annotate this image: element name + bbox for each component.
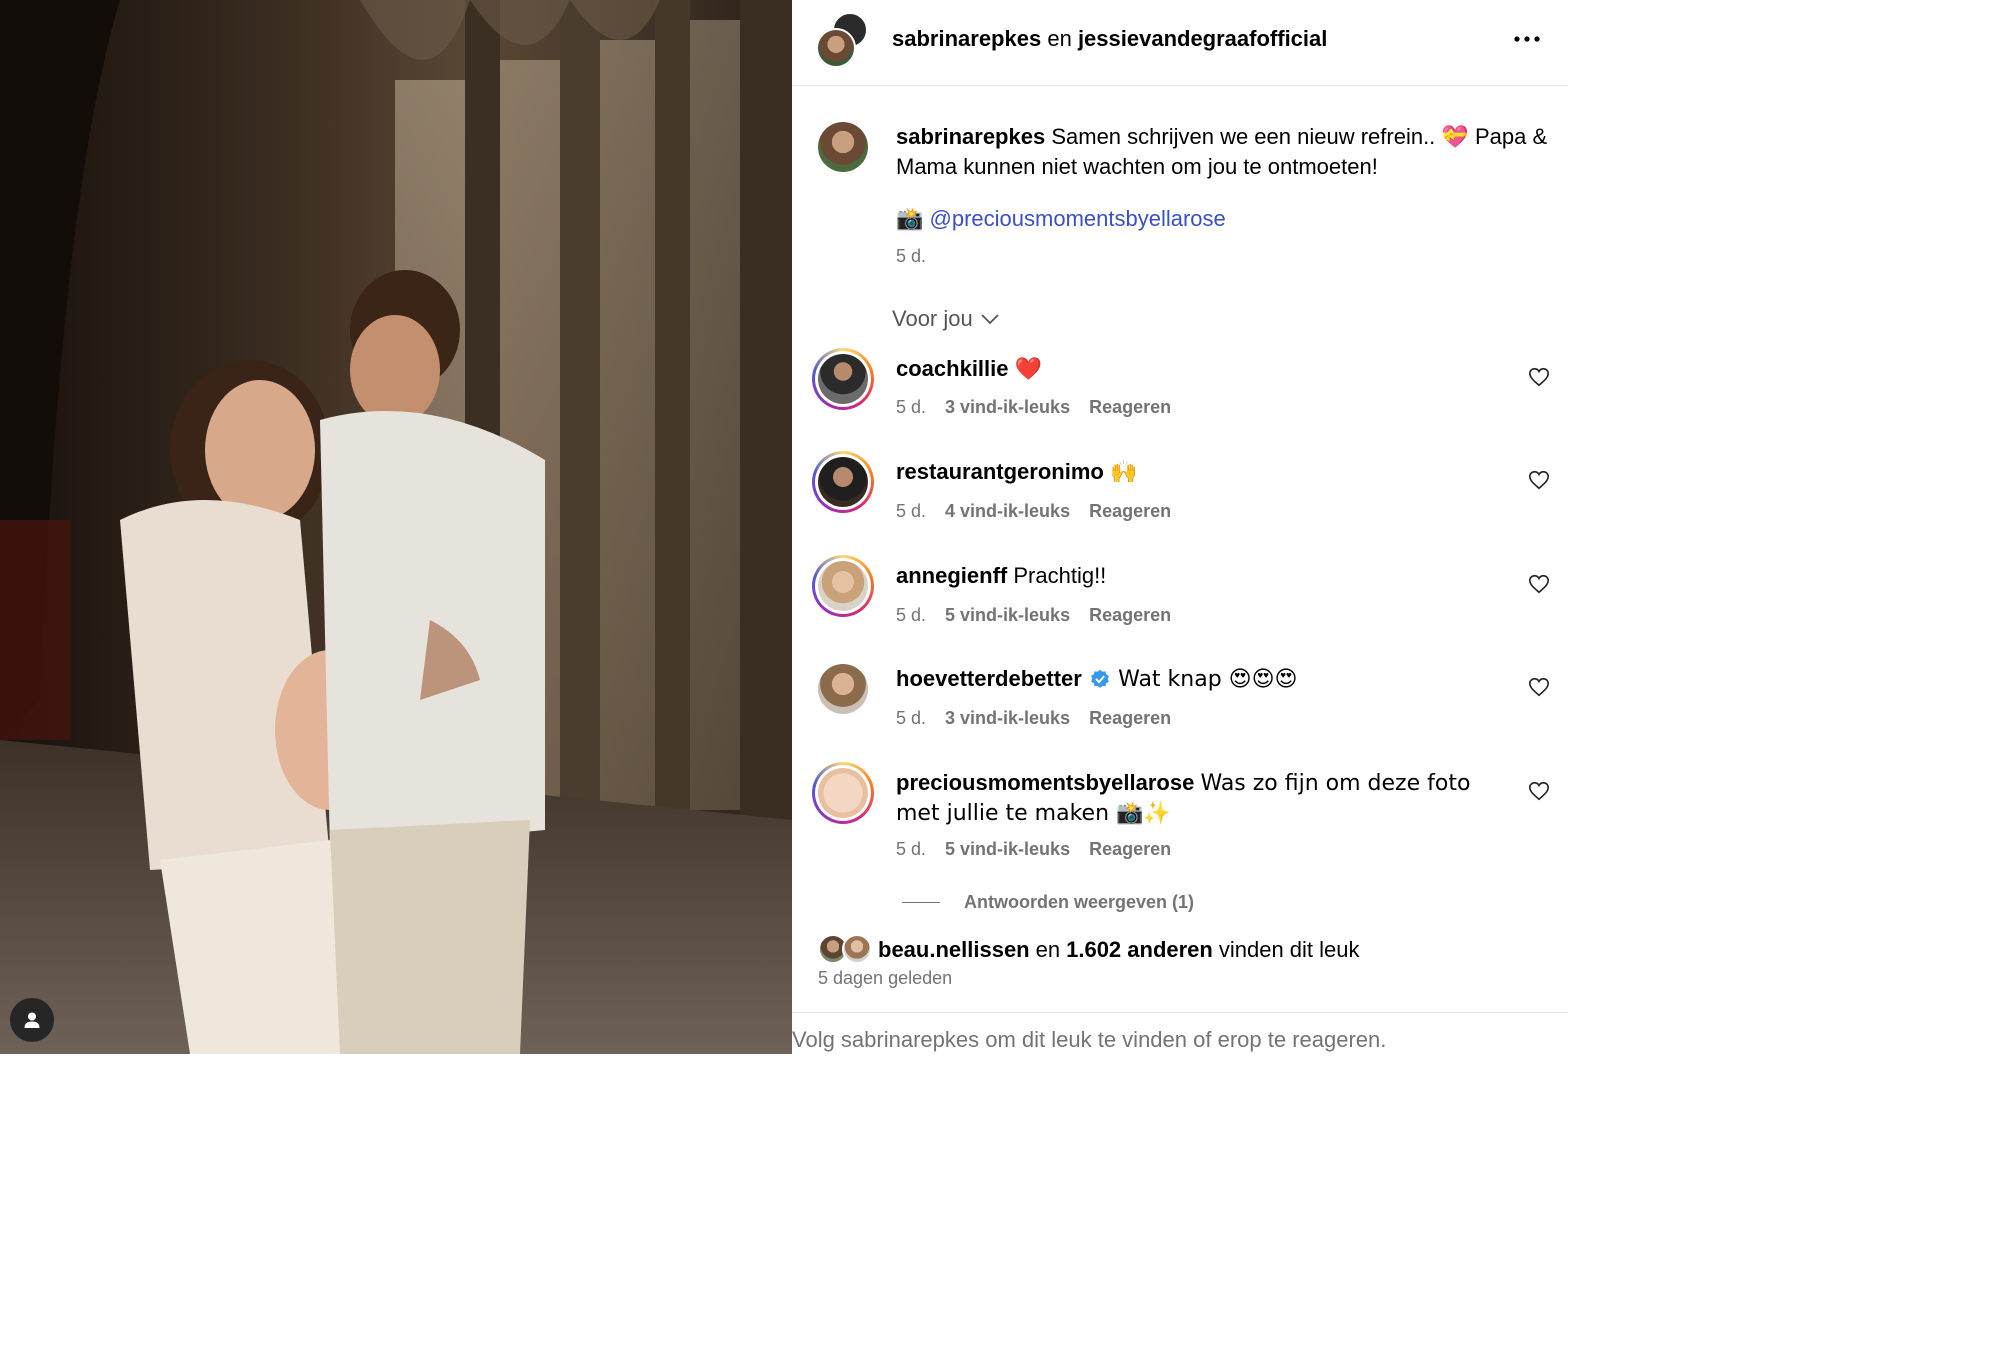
reply-button[interactable]: Reageren — [1089, 605, 1171, 626]
avatar[interactable] — [818, 664, 868, 714]
caption-timestamp[interactable]: 5 d. — [896, 246, 926, 267]
avatar[interactable] — [818, 457, 868, 507]
comment-username[interactable]: annegienff — [896, 563, 1007, 588]
comment-username[interactable]: coachkillie — [896, 356, 1009, 381]
comment-username[interactable]: preciousmomentsbyellarose — [896, 770, 1194, 795]
comment-time[interactable]: 5 d. — [896, 605, 926, 626]
reply-button[interactable]: Reageren — [1089, 708, 1171, 729]
heart-icon[interactable] — [1528, 573, 1550, 595]
comment-text: preciousmomentsbyellarose Was zo fijn om… — [896, 768, 1496, 828]
comment-username[interactable]: restaurantgeronimo — [896, 459, 1104, 484]
reply-button[interactable]: Reageren — [1089, 501, 1171, 522]
more-horizontal-icon — [1514, 36, 1540, 42]
comment-time[interactable]: 5 d. — [896, 839, 926, 860]
comment-text: annegienff Prachtig!! — [896, 561, 1496, 590]
reply-button[interactable]: Reageren — [1089, 839, 1171, 860]
post-date[interactable]: 5 dagen geleden — [818, 968, 952, 989]
comment-likes[interactable]: 3 vind-ik-leuks — [945, 708, 1070, 729]
caption-credit: 📸 @preciousmomentsbyellarose — [896, 206, 1226, 232]
liker-username[interactable]: beau.nellissen — [878, 937, 1030, 963]
avatar[interactable] — [818, 354, 868, 404]
post-photo[interactable] — [0, 0, 792, 1054]
comment-meta: 5 d. 5 vind-ik-leuks Reageren — [896, 605, 1171, 626]
comment-body: Prachtig!! — [1013, 563, 1107, 588]
tagged-users-button[interactable] — [10, 998, 54, 1042]
verified-badge-icon — [1091, 669, 1109, 688]
post-caption: sabrinarepkes Samen schrijven we een nie… — [896, 122, 1556, 181]
comment-username[interactable]: hoevetterdebetter — [896, 666, 1082, 691]
avatar[interactable] — [818, 768, 868, 818]
gift-heart-emoji: 💝 — [1441, 125, 1469, 150]
comment-time[interactable]: 5 d. — [896, 708, 926, 729]
comment-likes[interactable]: 5 vind-ik-leuks — [945, 605, 1070, 626]
likes-suffix: vinden dit leuk — [1218, 937, 1360, 962]
comment-meta: 5 d. 3 vind-ik-leuks Reageren — [896, 708, 1171, 729]
comment-body: Wat knap 😍😍😍 — [1118, 667, 1298, 692]
avatar[interactable] — [818, 122, 868, 172]
caption-username[interactable]: sabrinarepkes — [896, 124, 1045, 149]
coauthor-username[interactable]: jessievandegraafofficial — [1078, 26, 1327, 51]
heart-icon[interactable] — [1528, 676, 1550, 698]
authors-joiner: en — [1047, 26, 1072, 51]
heart-icon[interactable] — [1528, 469, 1550, 491]
comment-text: coachkillie ❤️ — [896, 354, 1496, 384]
raising-hands-emoji: 🙌 — [1109, 460, 1138, 485]
reply-button[interactable]: Reageren — [1089, 397, 1171, 418]
view-replies-label: Antwoorden weergeven (1) — [964, 892, 1195, 912]
caption-text: Samen schrijven we een nieuw refrein.. — [1051, 124, 1436, 149]
comment-likes[interactable]: 5 vind-ik-leuks — [945, 839, 1070, 860]
user-icon — [24, 1012, 40, 1028]
comment-likes[interactable]: 3 vind-ik-leuks — [945, 397, 1070, 418]
red-heart-emoji: ❤️ — [1014, 357, 1043, 382]
heart-icon[interactable] — [1528, 366, 1550, 388]
more-options-button[interactable] — [1510, 22, 1544, 56]
comment-time[interactable]: 5 d. — [896, 397, 926, 418]
likes-joiner: en — [1035, 937, 1061, 962]
likes-count[interactable]: 1.602 anderen — [1066, 937, 1213, 963]
avatar — [842, 934, 872, 964]
likes-summary: beau.nellissen en 1.602 anderen vinden d… — [818, 934, 1360, 966]
comment-sort-label: Voor jou — [892, 306, 973, 331]
liker-avatars[interactable] — [818, 934, 876, 966]
avatar — [816, 28, 856, 68]
comment-time[interactable]: 5 d. — [896, 501, 926, 522]
camera-emoji: 📸 — [896, 207, 924, 232]
comment-likes[interactable]: 4 vind-ik-leuks — [945, 501, 1070, 522]
login-prompt: Volg sabrinarepkes om dit leuk te vinden… — [792, 1012, 1568, 1054]
author-avatars[interactable] — [816, 12, 872, 68]
post-header: sabrinarepkes en jessievandegraafofficia… — [792, 0, 1568, 86]
post-details-panel: sabrinarepkes en jessievandegraafofficia… — [792, 0, 1568, 1054]
mention-link[interactable]: @preciousmomentsbyellarose — [930, 206, 1226, 231]
heart-icon[interactable] — [1528, 780, 1550, 802]
comment-meta: 5 d. 5 vind-ik-leuks Reageren — [896, 839, 1171, 860]
view-replies-button[interactable]: Antwoorden weergeven (1) — [902, 892, 1194, 913]
chevron-down-icon — [981, 314, 999, 325]
replies-divider — [902, 902, 940, 903]
author-username[interactable]: sabrinarepkes — [892, 26, 1041, 51]
post-image — [0, 0, 792, 1054]
comment-text: restaurantgeronimo 🙌 — [896, 457, 1496, 487]
comment-meta: 5 d. 4 vind-ik-leuks Reageren — [896, 501, 1171, 522]
comment-text: hoevetterdebetter Wat knap 😍😍😍 — [896, 664, 1496, 694]
avatar[interactable] — [818, 561, 868, 611]
login-prompt-text: Volg sabrinarepkes om dit leuk te vinden… — [792, 1027, 1387, 1052]
comment-sort-dropdown[interactable]: Voor jou — [892, 306, 999, 332]
comment-meta: 5 d. 3 vind-ik-leuks Reageren — [896, 397, 1171, 418]
post-authors: sabrinarepkes en jessievandegraafofficia… — [892, 26, 1327, 52]
